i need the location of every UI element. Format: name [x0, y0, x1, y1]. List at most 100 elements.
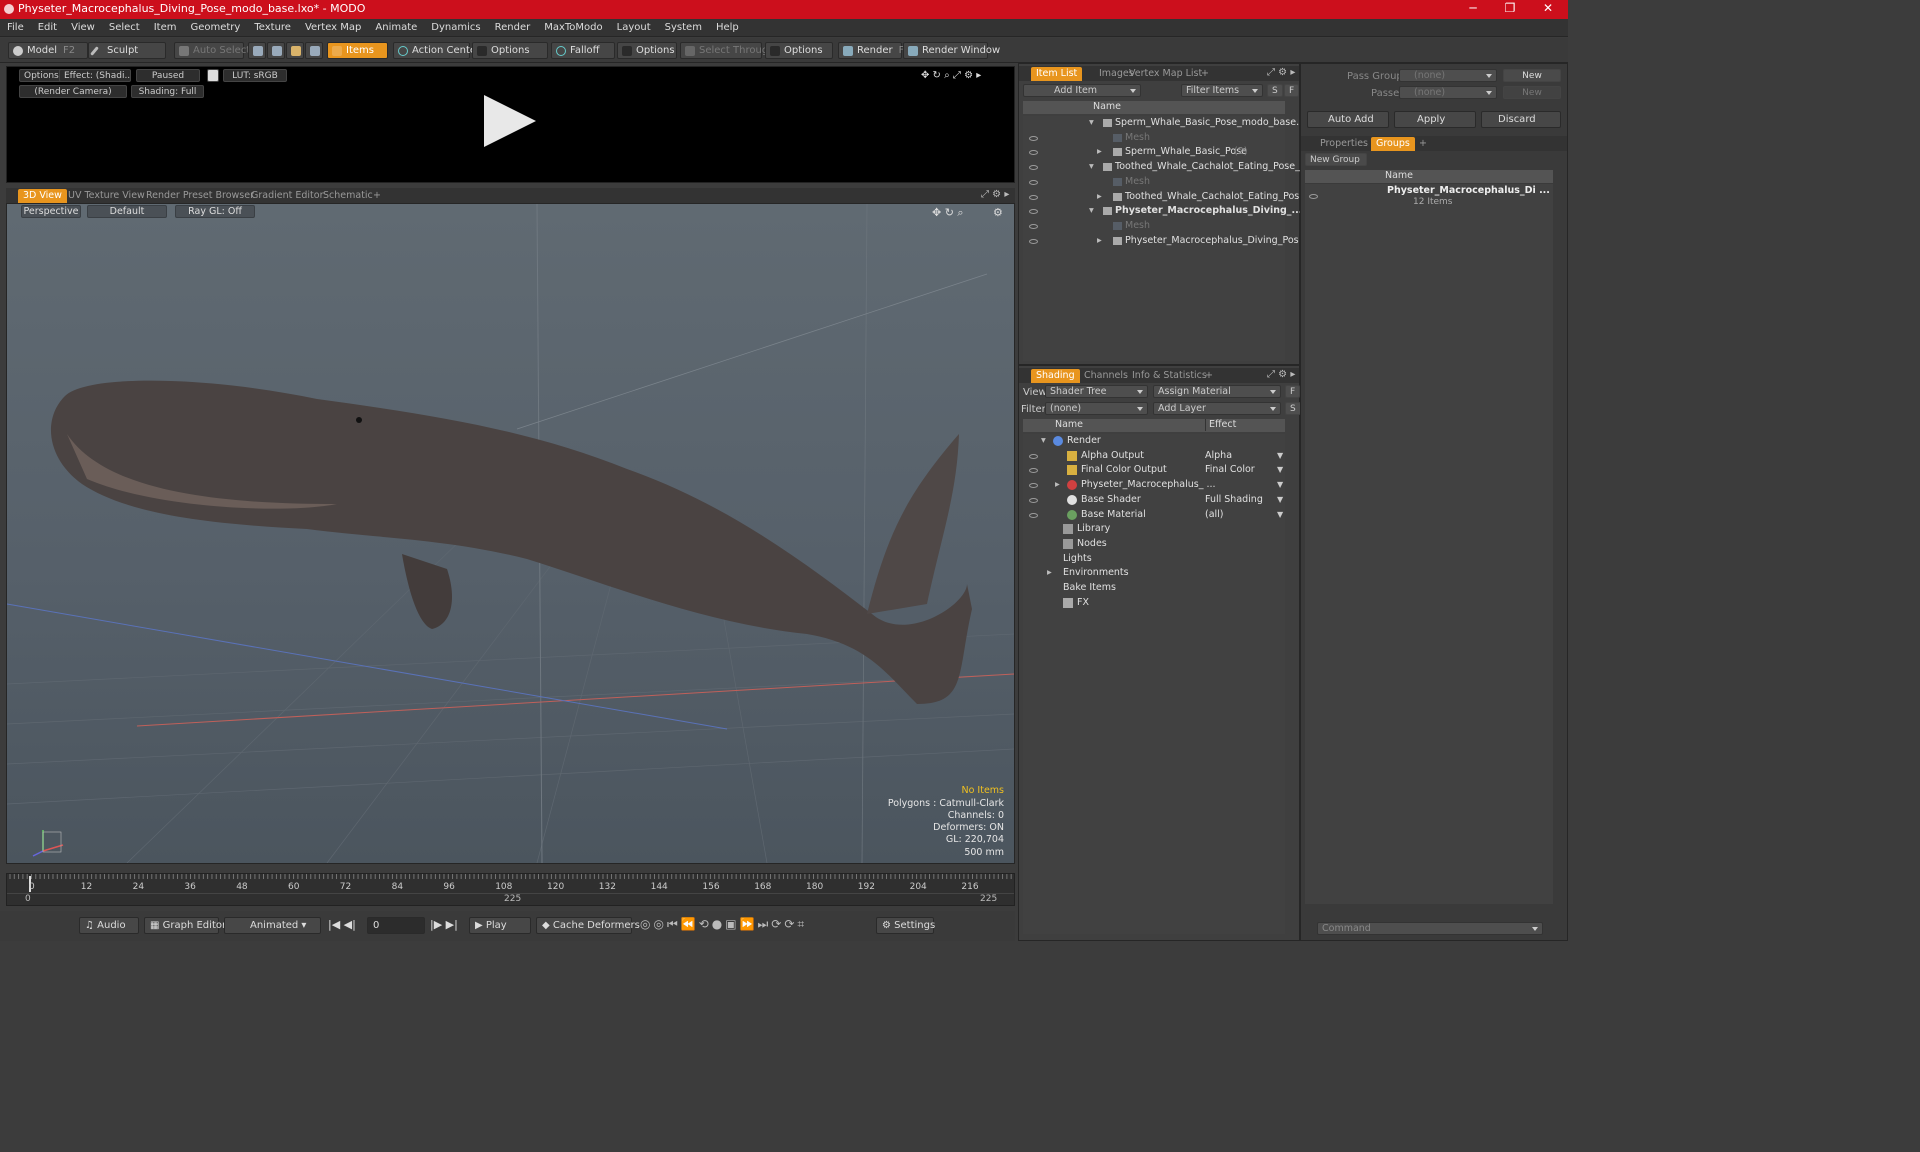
lut-dropdown[interactable]: LUT: sRGB [223, 69, 287, 82]
shader-tree-row[interactable]: ▾ Render [1023, 434, 1285, 449]
tab-render-preset-browser[interactable]: Render Preset Browser [141, 189, 259, 203]
menu-select[interactable]: Select [102, 19, 147, 37]
next-key-icons[interactable]: |▶ ▶| [430, 918, 458, 931]
expand-icon[interactable]: ▸ [1055, 478, 1060, 492]
add-tab-button[interactable]: + [368, 189, 386, 203]
falloff-button[interactable]: Falloff [551, 42, 615, 59]
visibility-eye-icon[interactable] [1029, 179, 1038, 185]
add-shading-tab-button[interactable]: + [1200, 369, 1218, 383]
item-list-row[interactable]: Mesh [1023, 131, 1285, 146]
close-button[interactable]: ✕ [1530, 0, 1566, 19]
shader-tree-row[interactable]: Alpha Output Alpha ▼ [1023, 449, 1285, 464]
filter-items-field[interactable]: Filter Items [1181, 84, 1263, 97]
shading-panel-icons[interactable]: ⤢ ⚙ ▸ [1267, 369, 1295, 380]
command-input[interactable]: Command [1317, 922, 1543, 935]
visibility-eye-icon[interactable] [1029, 209, 1038, 215]
tab-3d-view[interactable]: 3D View [18, 189, 67, 203]
visibility-eye-icon[interactable] [1029, 194, 1038, 200]
group-name[interactable]: Physeter_Macrocephalus_Di ... [1387, 185, 1550, 196]
visibility-eye-icon[interactable] [1029, 223, 1038, 229]
visibility-eye-icon[interactable] [1029, 497, 1038, 503]
group-visibility-icon[interactable] [1309, 194, 1318, 199]
preview-effect-dropdown[interactable]: Effect: (Shadi... [59, 69, 131, 82]
menu-edit[interactable]: Edit [31, 19, 64, 37]
effect-dropdown[interactable]: Final Color [1205, 463, 1285, 477]
chevron-down-icon[interactable]: ▼ [1277, 508, 1283, 522]
chevron-down-icon[interactable]: ▼ [1277, 463, 1283, 477]
visibility-eye-icon[interactable] [1029, 468, 1038, 474]
render-window-button[interactable]: Render Window [903, 42, 1000, 59]
shader-tree-row[interactable]: ▸ Physeter_Macrocephalus_ ... ▼ [1023, 478, 1285, 493]
new-pass-button[interactable]: New [1503, 86, 1561, 99]
menu-help[interactable]: Help [709, 19, 746, 37]
expand-icon[interactable]: ▾ [1089, 204, 1094, 218]
auto-select-button[interactable]: Auto Select [174, 42, 250, 59]
item-list-row[interactable]: ▸ Sperm_Whale_Basic_Pose (2) [1023, 145, 1285, 160]
shader-tree-row[interactable]: Lights [1023, 552, 1285, 567]
tab-shading[interactable]: Shading [1031, 369, 1080, 383]
item-list-row[interactable]: ▸ Toothed_Whale_Cachalot_Eating_Pos... [1023, 190, 1308, 205]
render-button[interactable]: RenderF9 [838, 42, 911, 59]
tab-uv-texture-view[interactable]: UV Texture View [63, 189, 150, 203]
lock-icon[interactable] [207, 69, 219, 82]
shading-dropdown[interactable]: Shading: Full [131, 85, 204, 98]
play-button[interactable]: ▶ Play [469, 917, 531, 934]
timeline[interactable]: 0 225 225 0 12 24 36 48 60 72 84 96 108 120 132 144 1… [6, 873, 1015, 906]
shader-tree-row[interactable]: Library [1023, 522, 1285, 537]
shader-tree-row[interactable]: ▸ Environments [1023, 566, 1285, 581]
filter-f-button[interactable]: F [1284, 84, 1300, 97]
new-pass-group-button[interactable]: New [1503, 69, 1561, 82]
graph-editor-button[interactable]: ▦ Graph Editor [144, 917, 226, 934]
view-tab-icons[interactable]: ⤢ ⚙ ▸ [981, 189, 1009, 200]
shader-tree-row[interactable]: Nodes [1023, 537, 1285, 552]
preview-nav-icons[interactable]: ✥ ↻ ⌕ ⤢ ⚙ ▸ [921, 70, 981, 81]
tab-groups[interactable]: Groups [1371, 137, 1415, 151]
key-tools-icons[interactable]: ◎◎⏮⏪⟲●▣⏩⏭⟳⟳⌗ [640, 917, 807, 932]
collapse-icon[interactable]: ▸ [1097, 234, 1102, 248]
cache-deformers-button[interactable]: ◆ Cache Deformers [536, 917, 640, 934]
shader-tree-row[interactable]: Base Material (all) ▼ [1023, 508, 1285, 523]
discard-button[interactable]: Discard [1481, 111, 1561, 128]
model-mode-button[interactable]: Model F2 [8, 42, 88, 59]
materials-mode-button[interactable] [305, 42, 323, 59]
camera-dropdown[interactable]: (Render Camera) [19, 85, 127, 98]
prev-key-icons[interactable]: |◀ ◀| [328, 918, 356, 931]
action-center-button[interactable]: Action Center [393, 42, 480, 59]
tab-item-list[interactable]: Item List [1031, 67, 1083, 81]
frame-field[interactable]: 0 [367, 917, 425, 934]
panel-icons[interactable]: ⤢ ⚙ ▸ [1267, 67, 1295, 78]
item-list-row[interactable]: ▾ Sperm_Whale_Basic_Pose_modo_base.l ... [1023, 116, 1314, 131]
menu-maxtomodo[interactable]: MaxToModo [537, 19, 609, 37]
audio-button[interactable]: ♫ Audio [79, 917, 139, 934]
passes-dropdown[interactable]: (none) [1399, 86, 1497, 99]
preview-options-button[interactable]: Options [19, 69, 64, 82]
view-dropdown[interactable]: Shader Tree [1045, 385, 1148, 398]
visibility-eye-icon[interactable] [1029, 135, 1038, 141]
3d-viewport[interactable]: Perspective Default Ray GL: Off ✥ ↻ ⌕ ⚙ [6, 203, 1015, 864]
visibility-eye-icon[interactable] [1029, 165, 1038, 171]
menu-animate[interactable]: Animate [368, 19, 424, 37]
sculpt-mode-button[interactable]: Sculpt [88, 42, 166, 59]
shader-tree-row[interactable]: Bake Items [1023, 581, 1285, 596]
effect-dropdown[interactable]: (all) [1205, 508, 1285, 522]
select-through-button[interactable]: Select Through [680, 42, 775, 59]
menu-vertex-map[interactable]: Vertex Map [298, 19, 368, 37]
menu-layout[interactable]: Layout [610, 19, 658, 37]
shading-s-button[interactable]: S [1285, 402, 1301, 415]
menu-texture[interactable]: Texture [247, 19, 298, 37]
tab-properties[interactable]: Properties [1315, 137, 1373, 151]
visibility-eye-icon[interactable] [1029, 483, 1038, 489]
effect-dropdown[interactable]: Full Shading [1205, 493, 1285, 507]
scene-canvas[interactable] [7, 204, 1014, 863]
effect-dropdown[interactable]: Alpha [1205, 449, 1285, 463]
menu-system[interactable]: System [658, 19, 709, 37]
shader-tree-row[interactable]: FX [1023, 596, 1285, 611]
chevron-down-icon[interactable]: ▼ [1277, 478, 1283, 492]
items-mode-button[interactable]: Items [327, 42, 388, 59]
menu-render[interactable]: Render [488, 19, 538, 37]
item-list-row[interactable]: Mesh [1023, 219, 1285, 234]
auto-add-button[interactable]: Auto Add [1307, 111, 1389, 128]
edges-mode-button[interactable] [267, 42, 285, 59]
apply-button[interactable]: Apply [1394, 111, 1476, 128]
visibility-eye-icon[interactable] [1029, 238, 1038, 244]
